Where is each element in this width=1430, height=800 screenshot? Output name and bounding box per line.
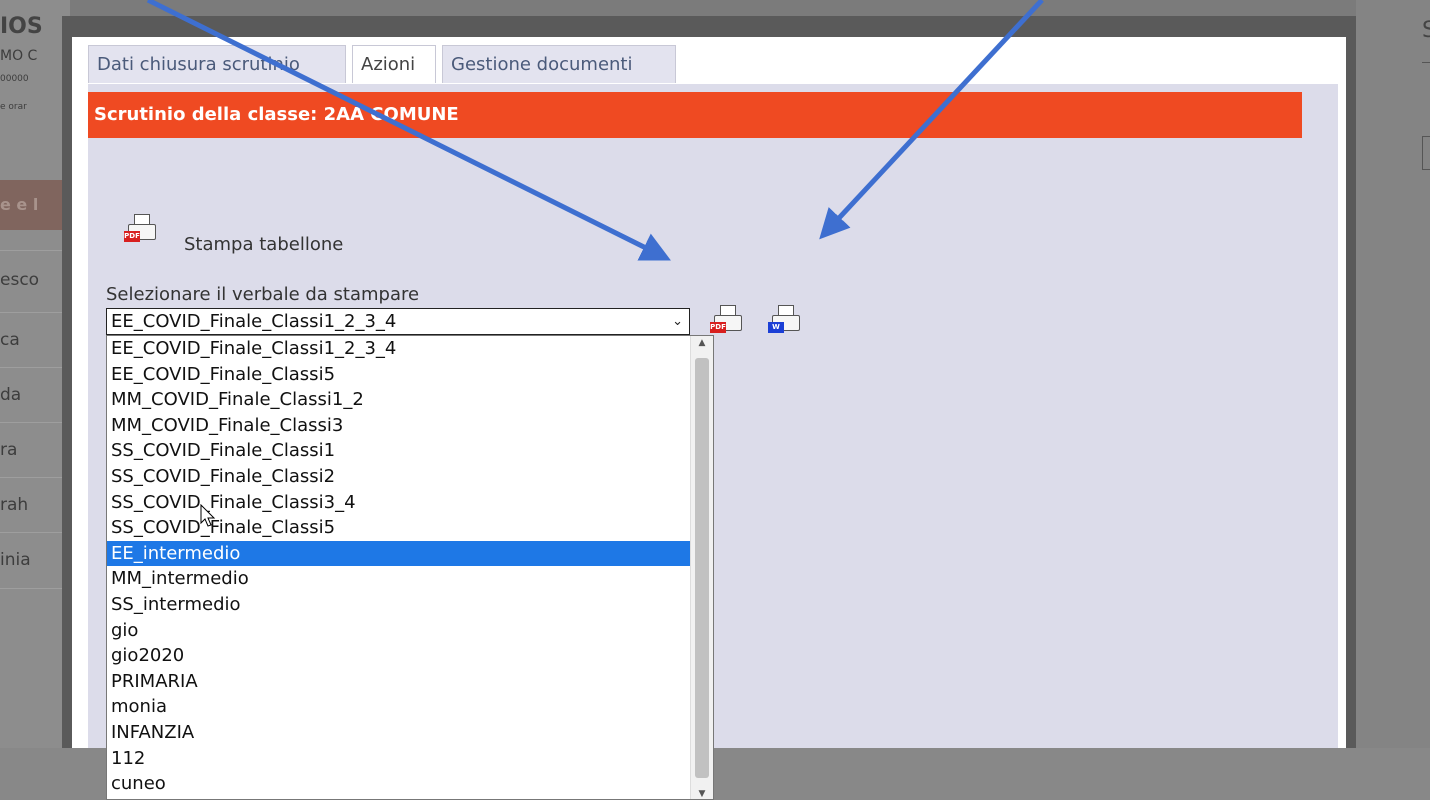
background-tiny-text: e orar — [0, 102, 27, 112]
background-sidebar-item: ca — [0, 312, 70, 368]
dropdown-option-highlighted[interactable]: EE_intermedio — [107, 540, 691, 567]
dropdown-option[interactable]: MM_intermedio — [107, 566, 691, 592]
background-right-letter: S — [1422, 18, 1430, 43]
background-document-icon — [1422, 136, 1430, 170]
dropdown-option[interactable]: MM_COVID_Finale_Classi1_2 — [107, 387, 691, 413]
background-band: e e l — [0, 180, 70, 230]
verbale-select[interactable]: EE_COVID_Finale_Classi1_2_3_4 ⌄ — [106, 308, 690, 335]
word-printer-icon[interactable]: W — [768, 305, 802, 335]
verbale-dropdown-list[interactable]: EE_COVID_Finale_Classi1_2_3_4 EE_COVID_F… — [106, 335, 714, 800]
modal-content: Dati chiusura scrutinio Azioni Gestione … — [72, 37, 1346, 800]
pdf-badge: PDF — [124, 231, 140, 242]
stampa-tabellone-link[interactable]: Stampa tabellone — [184, 234, 343, 255]
background-divider — [1422, 62, 1430, 63]
dropdown-option[interactable]: monia — [107, 694, 691, 720]
scroll-down-arrow-icon[interactable]: ▼ — [691, 789, 713, 799]
dropdown-option[interactable]: SS_COVID_Finale_Classi2 — [107, 464, 691, 490]
scrutinio-modal: Dati chiusura scrutinio Azioni Gestione … — [62, 16, 1356, 800]
dropdown-option[interactable]: EE_COVID_Finale_Classi1_2_3_4 — [107, 336, 691, 362]
panel-header: Scrutinio della classe: 2AA COMUNE — [88, 92, 1302, 138]
background-left-column: IOS MO C 00000 e orar e e l esco ca da r… — [0, 0, 70, 748]
pdf-printer-icon[interactable]: PDF — [710, 305, 744, 335]
dropdown-option[interactable]: gio — [107, 618, 691, 644]
dropdown-option[interactable]: cuneo — [107, 771, 691, 797]
background-sidebar-item: inia — [0, 532, 70, 589]
dropdown-option[interactable]: INFANZIA — [107, 720, 691, 746]
word-badge: W — [768, 322, 784, 333]
background-sidebar-item: da — [0, 367, 70, 423]
tab-azioni[interactable]: Azioni — [352, 45, 436, 83]
background-title: IOS — [0, 14, 43, 39]
mouse-cursor-icon — [200, 504, 216, 527]
background-sidebar-item: rah — [0, 477, 70, 533]
dropdown-option[interactable]: SS_COVID_Finale_Classi3_4 — [107, 490, 691, 516]
select-value: EE_COVID_Finale_Classi1_2_3_4 — [111, 311, 397, 332]
dropdown-option[interactable]: PRIMARIA — [107, 669, 691, 695]
dropdown-option[interactable]: EE_COVID_Finale_Classi5 — [107, 362, 691, 388]
dropdown-scrollbar[interactable]: ▲ ▼ — [690, 336, 713, 799]
pdf-printer-icon[interactable]: PDF — [124, 214, 158, 244]
background-sidebar-item: ra — [0, 422, 70, 478]
tab-dati-chiusura-scrutinio[interactable]: Dati chiusura scrutinio — [88, 45, 346, 83]
dropdown-option[interactable]: SS_COVID_Finale_Classi5 — [107, 515, 691, 541]
select-label: Selezionare il verbale da stampare — [106, 284, 420, 305]
dropdown-option[interactable]: MM_COVID_Finale_Classi3 — [107, 413, 691, 439]
scrollbar-thumb[interactable] — [695, 358, 709, 778]
background-sidebar-item: esco — [0, 250, 70, 309]
background-right-column: S — [1356, 0, 1430, 748]
chevron-down-icon[interactable]: ⌄ — [672, 309, 683, 334]
dropdown-option[interactable]: 112 — [107, 746, 691, 772]
azioni-panel: Scrutinio della classe: 2AA COMUNE PDF S… — [88, 84, 1338, 800]
scroll-up-arrow-icon[interactable]: ▲ — [691, 338, 713, 348]
background-subtitle: MO C — [0, 48, 38, 64]
dropdown-option[interactable]: SS_COVID_Finale_Classi1 — [107, 438, 691, 464]
background-tiny-text: 00000 — [0, 74, 29, 84]
dropdown-option[interactable]: gio2020 — [107, 643, 691, 669]
pdf-badge: PDF — [710, 322, 726, 333]
dropdown-option[interactable]: SS_intermedio — [107, 592, 691, 618]
tab-gestione-documenti[interactable]: Gestione documenti — [442, 45, 676, 83]
